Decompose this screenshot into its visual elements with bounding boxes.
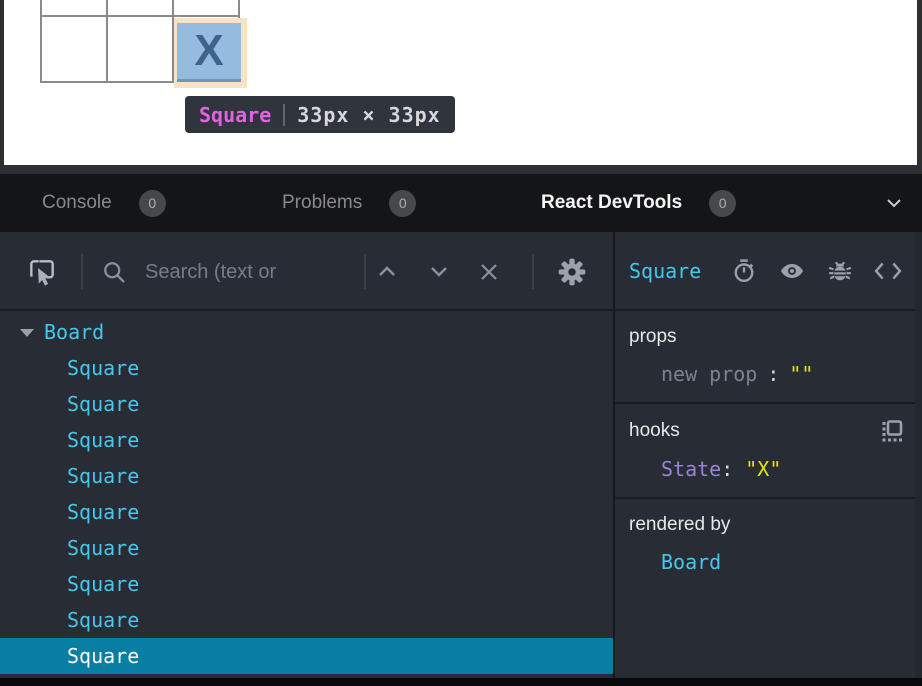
new-prop-key-input[interactable]: new prop <box>661 362 757 386</box>
viewport-right-edge <box>917 0 922 165</box>
state-hook-key: State <box>661 457 721 481</box>
tree-item-square[interactable]: Square <box>0 530 613 566</box>
tab-label: Problems <box>282 192 362 214</box>
tab-react-devtools[interactable]: React DevTools 0 <box>541 174 736 232</box>
chevron-down-icon[interactable] <box>886 196 902 210</box>
devtools-window: X Square 33px × 33px Console 0 Problems … <box>0 0 922 686</box>
rendered-by-section-title: rendered by <box>629 514 730 536</box>
parse-hook-names-icon[interactable] <box>880 419 904 443</box>
new-prop-value-input[interactable]: "" <box>789 362 813 386</box>
component-name: Square <box>67 428 139 452</box>
props-section: props new prop: "" <box>615 311 922 404</box>
inspect-dom-eye-icon[interactable] <box>778 258 806 284</box>
expand-arrow-icon[interactable] <box>20 329 34 337</box>
tree-item-square[interactable]: Square <box>0 458 613 494</box>
component-name: Square <box>67 500 139 524</box>
tab-label: React DevTools <box>541 192 682 214</box>
tab-badge: 0 <box>389 190 416 217</box>
state-hook-row[interactable]: State: "X" <box>661 457 908 481</box>
previous-result-button[interactable] <box>376 264 398 279</box>
log-bug-icon[interactable] <box>827 258 853 284</box>
tree-item-square[interactable]: Square <box>0 566 613 602</box>
tooltip-divider <box>283 104 285 126</box>
hooks-section-title: hooks <box>629 420 680 442</box>
tab-problems[interactable]: Problems 0 <box>282 174 416 232</box>
tree-item-square[interactable]: Square <box>0 602 613 638</box>
react-devtools-panel: Board Square Square Square Square Square… <box>0 232 922 678</box>
tree-item-square-selected[interactable]: Square <box>0 638 613 674</box>
search-icon <box>101 259 128 286</box>
tooltip-dimensions: 33px × 33px <box>297 103 440 127</box>
tab-badge: 0 <box>709 190 736 217</box>
settings-gear-icon[interactable] <box>556 256 588 288</box>
tree-item-square[interactable]: Square <box>0 386 613 422</box>
details-header: Square <box>615 232 922 311</box>
board-square[interactable] <box>42 0 106 15</box>
inspect-element-button[interactable] <box>26 256 58 288</box>
component-name: Square <box>67 356 139 380</box>
tree-item-square[interactable]: Square <box>0 350 613 386</box>
hooks-section: hooks State: "X" <box>615 404 922 499</box>
component-name: Board <box>44 320 104 344</box>
next-result-button[interactable] <box>428 264 450 279</box>
tree-item-square[interactable]: Square <box>0 422 613 458</box>
rendered-by-owner-link[interactable]: Board <box>661 550 721 574</box>
component-name: Square <box>67 392 139 416</box>
component-name: Square <box>67 572 139 596</box>
state-hook-value[interactable]: "X" <box>745 457 781 481</box>
devtools-tabbar: Console 0 Problems 0 React DevTools 0 <box>0 174 922 232</box>
devtools-top-strip <box>0 165 922 174</box>
inspect-tooltip: Square 33px × 33px <box>185 96 455 133</box>
props-section-title: props <box>629 326 677 348</box>
board-square[interactable] <box>108 0 172 15</box>
toolbar-divider <box>532 254 534 289</box>
components-tree-pane: Board Square Square Square Square Square… <box>0 232 613 678</box>
component-name: Square <box>67 536 139 560</box>
toolbar-divider <box>81 254 83 289</box>
component-name: Square <box>67 608 139 632</box>
tree-toolbar <box>0 232 613 311</box>
tooltip-component-name: Square <box>199 103 271 127</box>
colon: : <box>767 362 779 386</box>
component-name: Square <box>67 464 139 488</box>
search-input[interactable] <box>145 252 357 292</box>
component-tree: Board Square Square Square Square Square… <box>0 311 613 674</box>
rendered-by-section: rendered by Board <box>615 499 922 590</box>
colon: : <box>721 457 733 481</box>
board-square[interactable] <box>42 17 106 81</box>
rendered-by-row: Board <box>661 550 908 574</box>
suspend-timer-icon[interactable] <box>731 258 757 284</box>
viewport-left-edge <box>0 0 4 165</box>
tab-label: Console <box>42 192 112 214</box>
board-square[interactable] <box>174 0 238 15</box>
window-bottom-bar <box>0 678 922 686</box>
toolbar-divider <box>364 254 366 289</box>
scrollbar-gutter <box>915 232 922 678</box>
page-viewport: X Square 33px × 33px <box>0 0 922 165</box>
selected-component-title: Square <box>629 259 701 283</box>
component-name: Square <box>67 644 139 668</box>
view-source-code-icon[interactable] <box>874 259 902 283</box>
component-details-pane: Square <box>615 232 922 678</box>
tree-item-board[interactable]: Board <box>0 314 613 350</box>
tree-item-square[interactable]: Square <box>0 494 613 530</box>
clear-search-button[interactable] <box>477 260 501 284</box>
board-square[interactable] <box>108 17 172 81</box>
inspect-highlight-content[interactable]: X <box>177 23 241 82</box>
new-prop-row[interactable]: new prop: "" <box>661 362 908 386</box>
tab-console[interactable]: Console 0 <box>42 174 166 232</box>
tab-badge: 0 <box>139 190 166 217</box>
